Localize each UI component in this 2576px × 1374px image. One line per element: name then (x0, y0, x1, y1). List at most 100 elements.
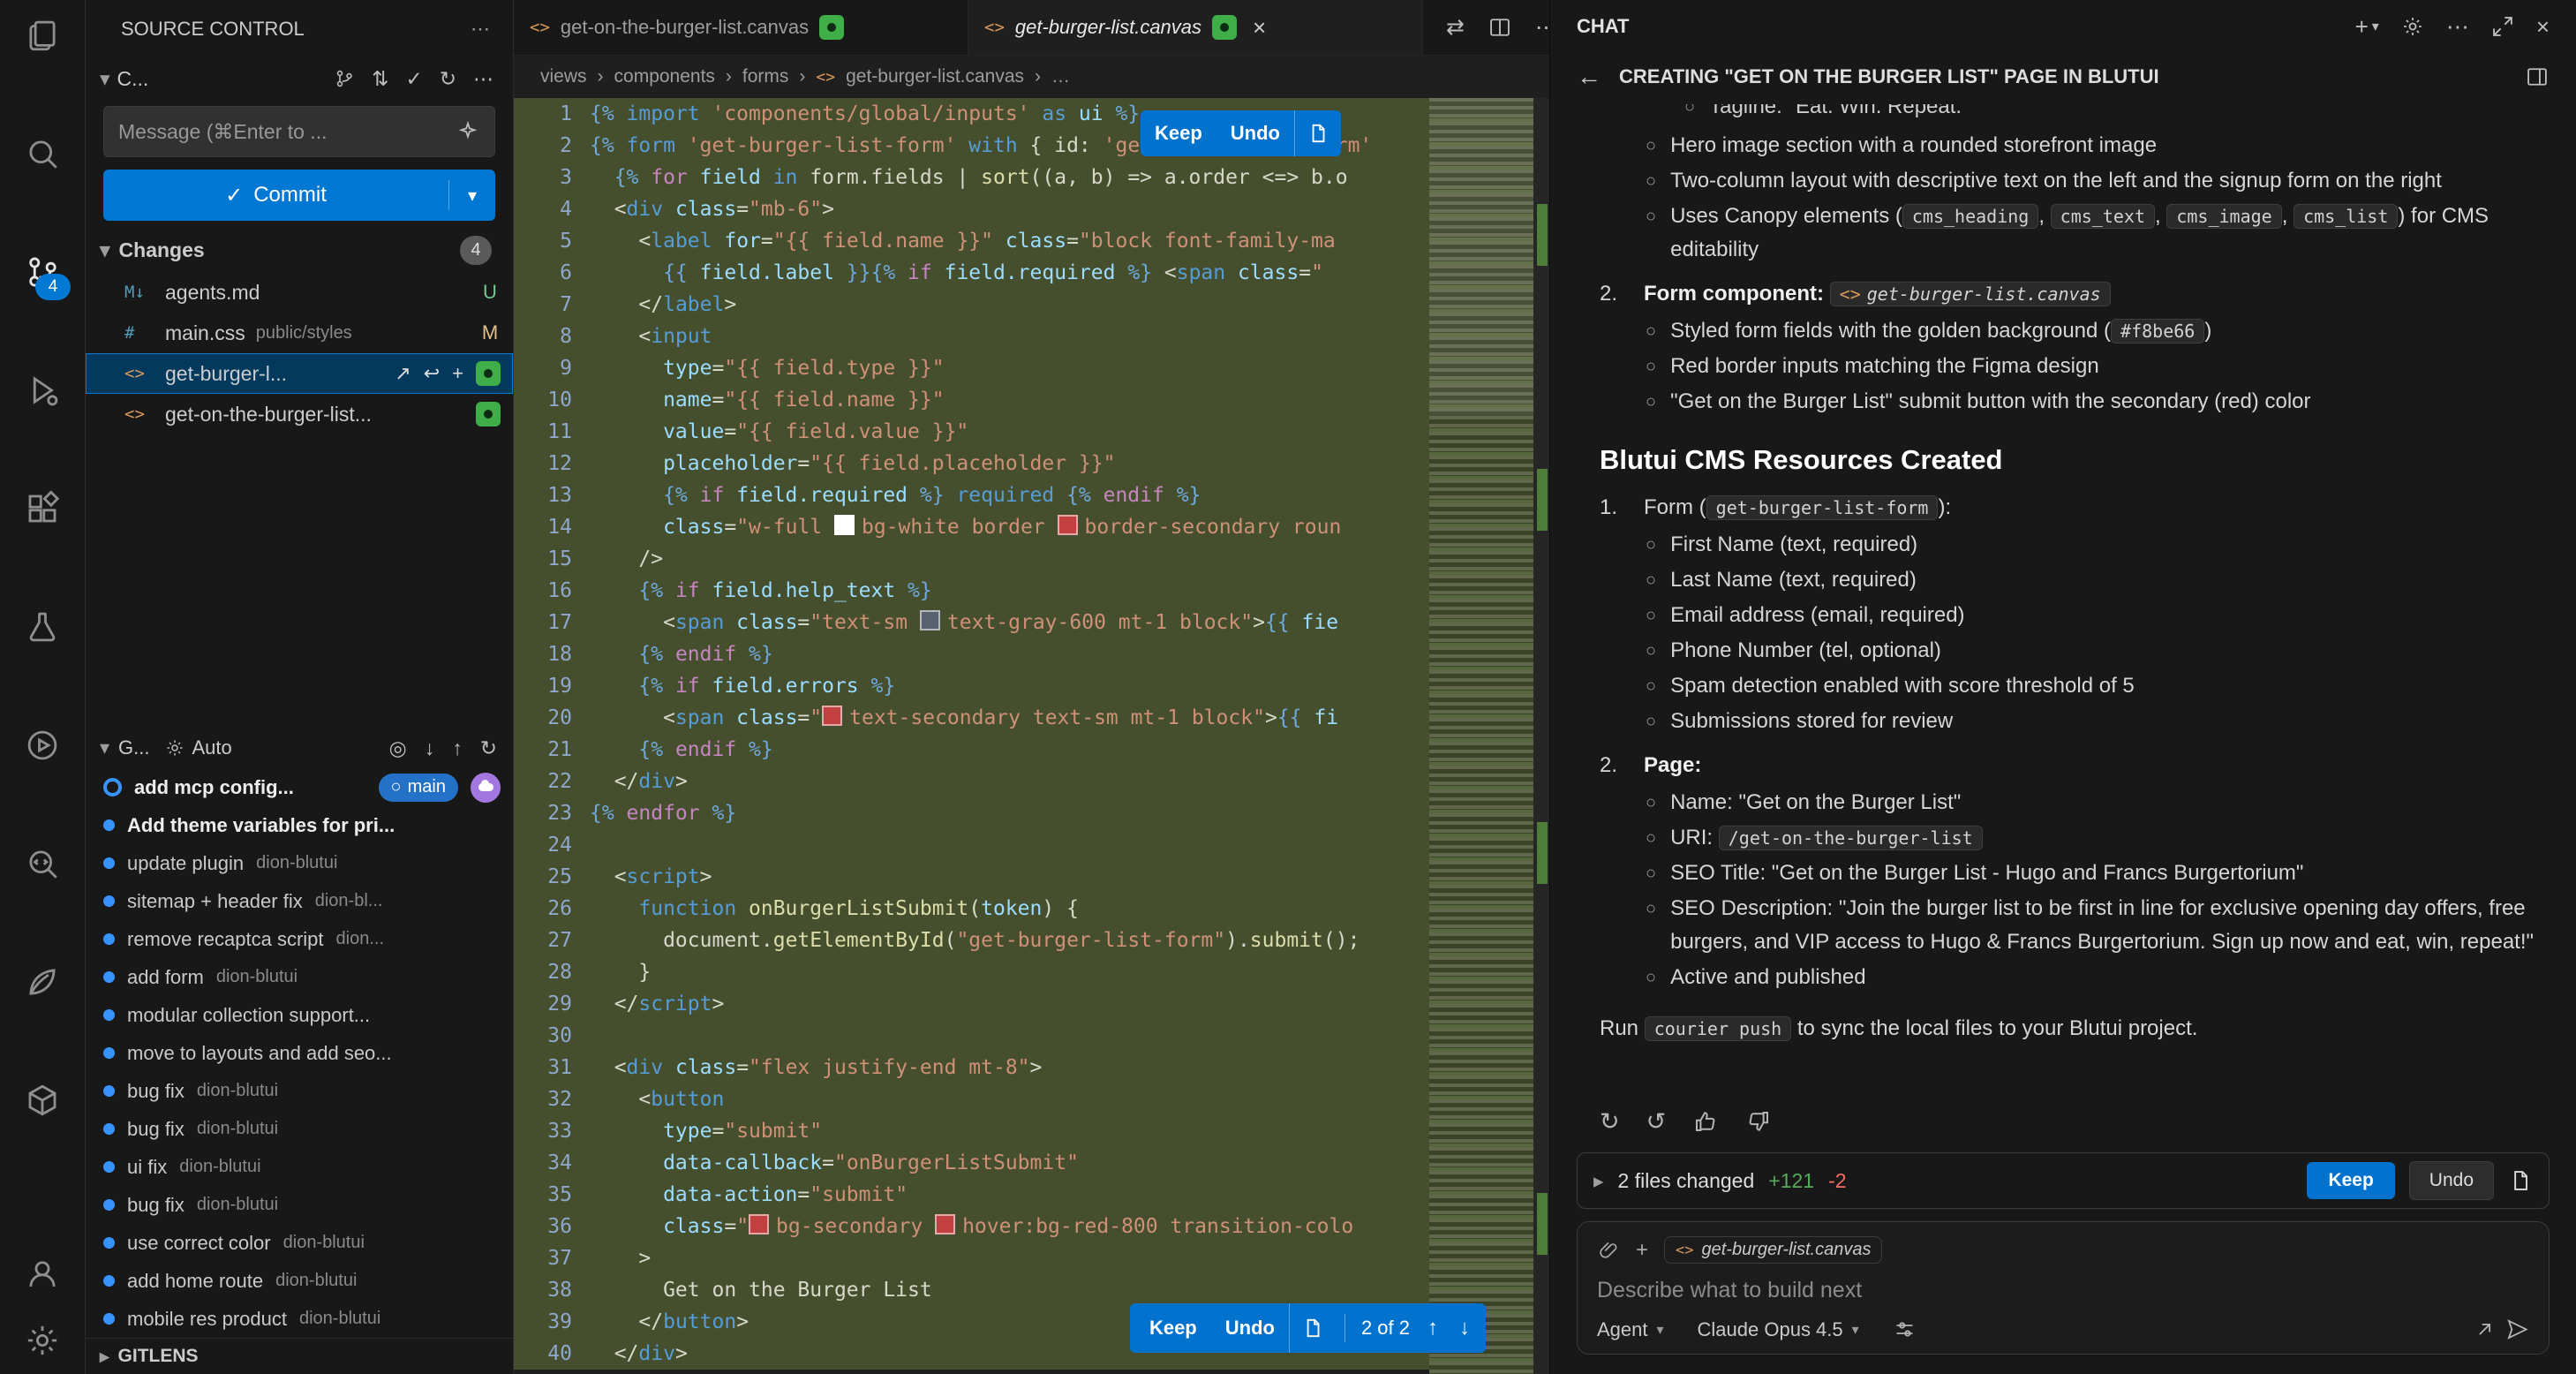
refresh-icon[interactable]: ↻ (440, 67, 456, 91)
code-line[interactable]: 31 <div class="flex justify-end mt-8"> (514, 1052, 1549, 1083)
code-line[interactable]: 27 document.getElementById("get-burger-l… (514, 925, 1549, 956)
changes-section-header[interactable]: ▾ Changes 4 (86, 228, 513, 272)
code-line[interactable]: 9 type="{{ field.type }}" (514, 352, 1549, 384)
files-icon[interactable] (21, 14, 64, 57)
code-line[interactable]: 18 {% endif %} (514, 638, 1549, 670)
code-line[interactable]: 37 > (514, 1242, 1549, 1274)
model-selector[interactable]: Claude Opus 4.5 (1698, 1318, 1843, 1341)
code-line[interactable]: 38 Get on the Burger List (514, 1274, 1549, 1306)
back-icon[interactable]: ← (1577, 63, 1601, 91)
code-line[interactable]: 12 placeholder="{{ field.placeholder }}" (514, 448, 1549, 479)
paperclip-icon[interactable] (1597, 1239, 1620, 1262)
file-row[interactable]: #main.csspublic/stylesM (86, 313, 513, 353)
code-line[interactable]: 15 /> (514, 543, 1549, 575)
code-line[interactable]: 19 {% if field.errors %} (514, 670, 1549, 702)
code-line[interactable]: 16 {% if field.help_text %} (514, 575, 1549, 607)
file-chip[interactable]: <>get-burger-list.canvas (1830, 282, 2111, 306)
code-search-icon[interactable] (21, 842, 64, 885)
commit-row[interactable]: mobile res productdion-blutui (86, 1300, 513, 1338)
code-line[interactable]: 10 name="{{ field.name }}" (514, 384, 1549, 416)
thumbs-down-icon[interactable] (1745, 1108, 1772, 1135)
commit-row[interactable]: sitemap + header fixdion-bl... (86, 882, 513, 920)
keep-button[interactable]: Keep (1135, 1317, 1211, 1340)
commit-dropdown-icon[interactable]: ▾ (449, 185, 495, 207)
arrow-up-right-icon[interactable] (2473, 1317, 2497, 1341)
send-icon[interactable] (2505, 1317, 2529, 1341)
code-line[interactable]: 34 data-callback="onBurgerListSubmit" (514, 1147, 1549, 1179)
code-line[interactable]: 21 {% endif %} (514, 734, 1549, 766)
code-line[interactable]: 7 </label> (514, 289, 1549, 321)
close-icon[interactable]: × (2536, 13, 2550, 41)
overview-ruler[interactable] (1533, 98, 1549, 1374)
open-file-icon[interactable]: ↗ (395, 362, 411, 385)
search-icon[interactable] (21, 132, 64, 175)
commit-row[interactable]: modular collection support... (86, 996, 513, 1034)
tab-close-icon[interactable]: × (1253, 14, 1266, 42)
compare-icon[interactable]: ⇄ (1446, 14, 1465, 41)
push-icon[interactable]: ↑ (452, 736, 463, 760)
repo-row[interactable]: ▾ C... ⇅ ✓ ↻ ⋯ (86, 58, 513, 99)
check-icon[interactable]: ✓ (405, 67, 422, 91)
undo-icon[interactable]: ↺ (1646, 1108, 1667, 1136)
commit-row[interactable]: Add theme variables for pri... (86, 806, 513, 844)
commit-row[interactable]: use correct colordion-blutui (86, 1224, 513, 1262)
thumbs-up-icon[interactable] (1692, 1108, 1719, 1135)
stage-icon[interactable]: + (452, 362, 463, 385)
minimap[interactable] (1429, 98, 1533, 1374)
sparkle-icon[interactable] (456, 119, 480, 144)
breadcrumb-item[interactable]: get-burger-list.canvas (846, 66, 1024, 87)
code-line[interactable]: 4 <div class="mb-6"> (514, 193, 1549, 225)
code-line[interactable]: 30 (514, 1020, 1549, 1052)
chat-input-placeholder[interactable]: Describe what to build next (1597, 1278, 2529, 1303)
target-icon[interactable]: ◎ (389, 736, 407, 760)
code-line[interactable]: 32 <button (514, 1083, 1549, 1115)
code-line[interactable]: 11 value="{{ field.value }}" (514, 416, 1549, 448)
commit-row[interactable]: add mcp config...○main (86, 768, 513, 806)
code-line[interactable]: 6 {{ field.label }}{% if field.required … (514, 257, 1549, 289)
commit-row[interactable]: bug fixdion-blutui (86, 1186, 513, 1224)
code-line[interactable]: 25 <script> (514, 861, 1549, 893)
previous-diff-icon[interactable]: ↑ (1417, 1316, 1449, 1340)
code-line[interactable]: 20 <span class="text-secondary text-sm m… (514, 702, 1549, 734)
graph-auto-toggle[interactable]: Auto (164, 736, 232, 759)
refresh-icon[interactable]: ↻ (480, 736, 497, 760)
breadcrumb-item[interactable]: views (540, 66, 587, 87)
code-line[interactable]: 36 class="bg-secondary hover:bg-red-800 … (514, 1211, 1549, 1242)
file-row[interactable]: <>get-burger-l...↗↩+ (86, 353, 513, 394)
code-line[interactable]: 35 data-action="submit" (514, 1179, 1549, 1211)
breadcrumb-item[interactable]: components (614, 66, 715, 87)
keep-button[interactable]: Keep (2307, 1162, 2394, 1199)
discard-icon[interactable]: ↩ (424, 362, 440, 385)
code-line[interactable]: 24 (514, 829, 1549, 861)
source-control-icon[interactable]: 4 (21, 251, 64, 293)
code-line[interactable]: 5 <label for="{{ field.name }}" class="b… (514, 225, 1549, 257)
code-line[interactable]: 28 } (514, 956, 1549, 988)
new-chat-button[interactable]: + ▾ (2355, 13, 2379, 41)
account-icon[interactable] (21, 1252, 64, 1295)
gitlens-section[interactable]: ▸ GITLENS (86, 1338, 513, 1374)
commit-row[interactable]: update plugindion-blutui (86, 844, 513, 882)
agent-mode-selector[interactable]: Agent (1597, 1318, 1648, 1341)
tools-icon[interactable] (1893, 1317, 1917, 1341)
sync-icon[interactable]: ⇅ (372, 67, 388, 91)
commit-row[interactable]: add formdion-blutui (86, 958, 513, 996)
sidebar-more-icon[interactable]: ⋯ (471, 18, 490, 41)
commit-button[interactable]: ✓ Commit ▾ (103, 170, 495, 221)
code-editor[interactable]: 1{% import 'components/global/inputs' as… (514, 98, 1549, 1374)
commit-row[interactable]: add home routedion-blutui (86, 1262, 513, 1300)
live-preview-icon[interactable] (21, 724, 64, 766)
breadcrumb[interactable]: views › components › forms › <> get-burg… (514, 56, 1549, 98)
settings-gear-icon[interactable] (21, 1319, 64, 1362)
files-changed-bar[interactable]: ▸ 2 files changed +121 -2 Keep Undo (1577, 1152, 2550, 1209)
commit-row[interactable]: move to layouts and add seo... (86, 1034, 513, 1072)
pull-icon[interactable]: ↓ (425, 736, 435, 760)
extensions-icon[interactable] (21, 487, 64, 530)
testing-icon[interactable] (21, 606, 64, 648)
undo-button[interactable]: Undo (1211, 1317, 1289, 1340)
undo-button[interactable]: Undo (1216, 122, 1294, 145)
code-line[interactable]: 1{% import 'components/global/inputs' as… (514, 98, 1549, 130)
code-line[interactable]: 8 <input (514, 321, 1549, 352)
code-line[interactable]: 2{% form 'get-burger-list-form' with { i… (514, 130, 1549, 162)
commit-row[interactable]: remove recaptca scriptdion... (86, 920, 513, 958)
keep-button[interactable]: Keep (1141, 122, 1216, 145)
